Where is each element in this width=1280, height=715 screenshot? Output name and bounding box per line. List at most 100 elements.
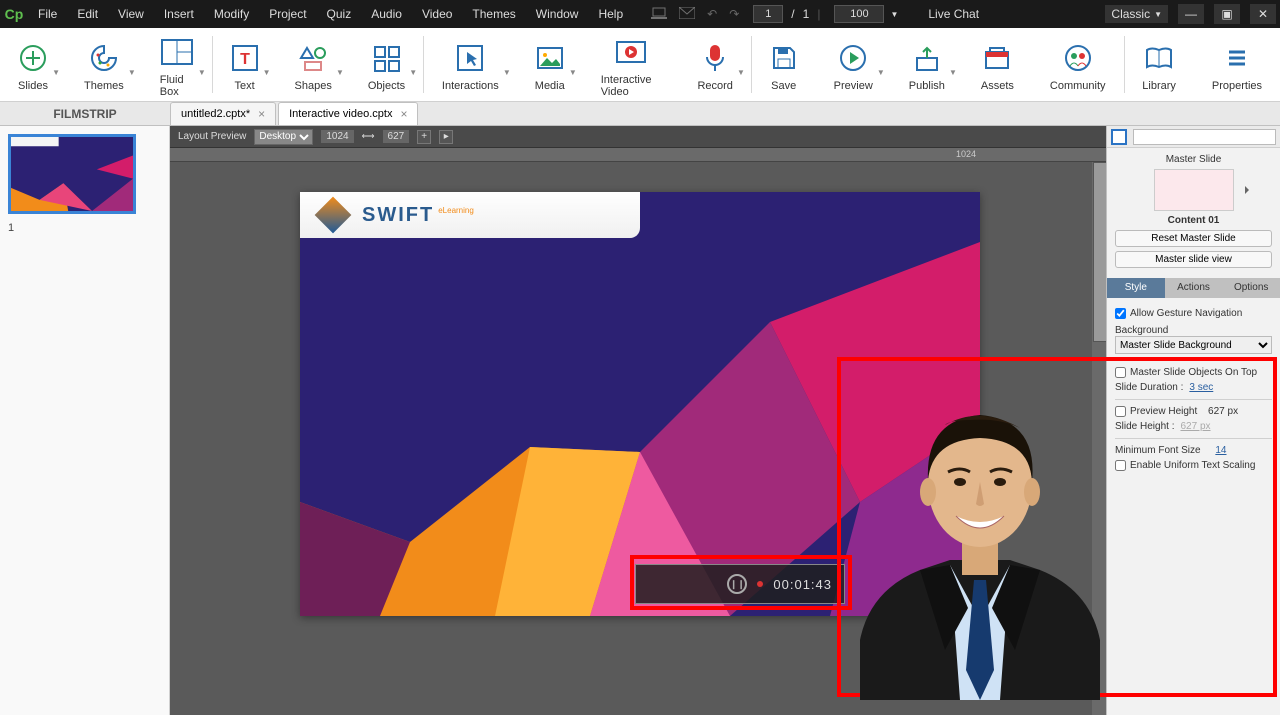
brand-sub: eLearning: [438, 206, 474, 215]
menu-modify[interactable]: Modify: [204, 7, 259, 21]
slide-thumb-num: 1: [8, 222, 161, 234]
doc-tab-1-label: untitled2.cptx*: [181, 108, 250, 120]
menu-audio[interactable]: Audio: [361, 7, 412, 21]
background-label: Background: [1115, 325, 1272, 336]
master-name: Content 01: [1115, 215, 1272, 226]
ribbon-assets[interactable]: Assets: [963, 28, 1032, 101]
ribbon-slides[interactable]: Slides▼: [0, 28, 66, 101]
ribbon-community[interactable]: Community: [1032, 28, 1124, 101]
ribbon-preview[interactable]: Preview▼: [816, 28, 891, 101]
ribbon-fluidbox[interactable]: Fluid Box▼: [142, 28, 212, 101]
page-sep: /: [791, 7, 794, 21]
close-tab-icon[interactable]: ×: [400, 107, 407, 121]
menu-video[interactable]: Video: [412, 7, 462, 21]
objs-on-top-checkbox[interactable]: [1115, 367, 1126, 378]
layout-picker[interactable]: Classic ▼: [1105, 5, 1168, 23]
close-button[interactable]: ✕: [1250, 4, 1276, 24]
add-breakpoint-icon[interactable]: +: [417, 130, 431, 144]
play-icon[interactable]: ▸: [439, 130, 453, 144]
tab-actions[interactable]: Actions: [1165, 278, 1223, 298]
master-view-button[interactable]: Master slide view: [1115, 251, 1272, 268]
menu-view[interactable]: View: [108, 7, 154, 21]
preview-height-label: Preview Height: [1130, 406, 1197, 417]
ribbon-properties-label: Properties: [1212, 80, 1262, 92]
ribbon-record[interactable]: Record▼: [679, 28, 750, 101]
master-thumb[interactable]: [1154, 169, 1234, 211]
link-icon: ⟷: [362, 131, 375, 142]
ribbon-interactions-label: Interactions: [442, 80, 499, 92]
ribbon-properties[interactable]: Properties: [1194, 28, 1280, 101]
canvas-toolbar: Layout Preview Desktop 1024 ⟷ 627 + ▸: [170, 126, 1106, 148]
redo-icon[interactable]: ↷: [729, 7, 739, 21]
ribbon-shapes[interactable]: Shapes▼: [277, 28, 350, 101]
device-select[interactable]: Desktop: [254, 129, 313, 145]
ribbon-objects[interactable]: Objects▼: [350, 28, 423, 101]
undo-icon[interactable]: ↶: [707, 7, 717, 21]
menu-window[interactable]: Window: [526, 7, 589, 21]
svg-text:T: T: [240, 51, 250, 68]
ribbon-interactions[interactable]: Interactions▼: [424, 28, 517, 101]
menu-project[interactable]: Project: [259, 7, 316, 21]
layout-preview-label: Layout Preview: [178, 131, 246, 142]
slide-height-label: Slide Height :: [1115, 421, 1174, 432]
ruler-mark: 1024: [956, 149, 976, 159]
ribbon-library[interactable]: Library: [1124, 28, 1194, 101]
preview-height-value[interactable]: 627 px: [1208, 406, 1238, 417]
slide-logo: SWIFT eLearning: [300, 192, 640, 238]
canvas-h: 627: [383, 130, 410, 143]
ribbon-media[interactable]: Media▼: [517, 28, 583, 101]
slide-duration-value[interactable]: 3 sec: [1189, 382, 1213, 393]
doc-tab-1[interactable]: untitled2.cptx* ×: [170, 102, 276, 125]
master-slide-title: Master Slide: [1115, 154, 1272, 165]
object-type-icon[interactable]: [1111, 129, 1127, 145]
tab-bar: FILMSTRIP untitled2.cptx* × Interactive …: [0, 102, 1280, 126]
ribbon-media-label: Media: [535, 80, 565, 92]
close-tab-icon[interactable]: ×: [258, 107, 265, 121]
menu-edit[interactable]: Edit: [67, 7, 108, 21]
objs-on-top-label: Master Slide Objects On Top: [1130, 367, 1257, 378]
chevron-down-icon: ▼: [1154, 10, 1162, 19]
menu-quiz[interactable]: Quiz: [317, 7, 362, 21]
slide-duration-label: Slide Duration :: [1115, 382, 1183, 393]
ribbon-preview-label: Preview: [834, 80, 873, 92]
ribbon-library-label: Library: [1142, 80, 1176, 92]
doc-tab-2-label: Interactive video.cptx: [289, 108, 392, 120]
ribbon-themes[interactable]: Themes▼: [66, 28, 142, 101]
live-chat-link[interactable]: Live Chat: [928, 7, 979, 21]
brand-text: SWIFT: [362, 204, 434, 227]
page-divider: |: [817, 7, 820, 21]
menu-themes[interactable]: Themes: [462, 7, 525, 21]
minimize-button[interactable]: —: [1178, 4, 1204, 24]
uniform-checkbox[interactable]: [1115, 460, 1126, 471]
background-select[interactable]: Master Slide Background: [1115, 336, 1272, 354]
reset-master-button[interactable]: Reset Master Slide: [1115, 230, 1272, 247]
gesture-checkbox[interactable]: [1115, 308, 1126, 319]
filmstrip-label: FILMSTRIP: [0, 103, 170, 125]
slide-thumb-1[interactable]: [8, 134, 136, 214]
zoom-input[interactable]: [834, 5, 884, 23]
page-input[interactable]: [753, 5, 783, 23]
envelope-icon[interactable]: [679, 7, 695, 22]
preview-height-checkbox[interactable]: [1115, 406, 1126, 417]
min-font-value[interactable]: 14: [1215, 445, 1226, 456]
laptop-icon[interactable]: [651, 7, 667, 22]
ribbon-ivideo-label: Interactive Video: [601, 74, 662, 98]
object-name-input[interactable]: [1133, 129, 1276, 145]
menu-file[interactable]: File: [28, 7, 67, 21]
tab-options[interactable]: Options: [1222, 278, 1280, 298]
maximize-button[interactable]: ▣: [1214, 4, 1240, 24]
tab-style[interactable]: Style: [1107, 278, 1165, 298]
uniform-label: Enable Uniform Text Scaling: [1130, 460, 1255, 471]
ribbon-save[interactable]: Save: [752, 28, 816, 101]
zoom-dd-icon[interactable]: ▼: [890, 10, 898, 19]
main-menu: File Edit View Insert Modify Project Qui…: [28, 7, 633, 21]
ribbon-save-label: Save: [771, 80, 796, 92]
menu-insert[interactable]: Insert: [154, 7, 204, 21]
page-total: 1: [803, 7, 810, 21]
person-image: [850, 370, 1110, 700]
menu-help[interactable]: Help: [588, 7, 633, 21]
ribbon-text[interactable]: T Text▼: [213, 28, 277, 101]
ribbon-publish[interactable]: Publish▼: [891, 28, 963, 101]
doc-tab-2[interactable]: Interactive video.cptx ×: [278, 102, 418, 125]
ribbon-ivideo[interactable]: Interactive Video: [583, 28, 680, 101]
